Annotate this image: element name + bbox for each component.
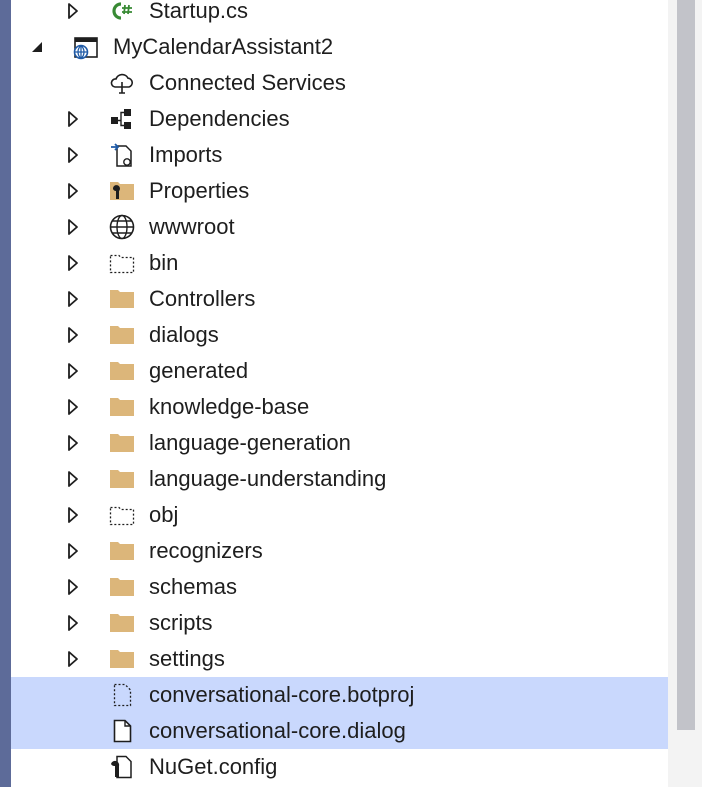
tree-item-label: Connected Services xyxy=(149,70,346,95)
tree-item-label: MyCalendarAssistant2 xyxy=(113,34,334,59)
folder-icon xyxy=(110,290,134,308)
folder-icon xyxy=(110,362,134,380)
tree-item-language-generation[interactable]: language-generation xyxy=(11,425,668,461)
tree-item-label: language-understanding xyxy=(149,466,387,491)
expand-arrow-icon[interactable] xyxy=(67,146,79,164)
excluded-folder-icon xyxy=(109,506,135,526)
tree-item-generated[interactable]: generated xyxy=(11,353,668,389)
tree-item-dialog-file[interactable]: conversational-core.dialog xyxy=(11,713,668,749)
tree-item-language-understanding[interactable]: language-understanding xyxy=(11,461,668,497)
tree-item-knowledge-base[interactable]: knowledge-base xyxy=(11,389,668,425)
excluded-file-icon xyxy=(113,683,132,707)
imports-icon xyxy=(111,143,132,167)
tree-item-nuget-config[interactable]: NuGet.config xyxy=(11,749,668,785)
tree-item-connected-services[interactable]: Connected Services xyxy=(11,65,668,101)
expand-arrow-icon[interactable] xyxy=(67,362,79,380)
folder-icon xyxy=(110,470,134,488)
tree-item-label: Startup.cs xyxy=(149,0,249,23)
connected-services-icon xyxy=(110,73,133,94)
tree-item-label: dialogs xyxy=(149,322,219,347)
folder-icon xyxy=(110,578,134,596)
tree-item-label: NuGet.config xyxy=(149,754,278,779)
expand-arrow-icon[interactable] xyxy=(67,398,79,416)
expand-arrow-icon[interactable] xyxy=(67,650,79,668)
tree-item-label: schemas xyxy=(149,574,238,599)
web-project-icon xyxy=(73,37,98,60)
dependencies-icon xyxy=(111,109,131,129)
tree-item-wwwroot[interactable]: wwwroot xyxy=(11,209,668,245)
tree-item-label: language-generation xyxy=(149,430,351,455)
tree-item-label: generated xyxy=(149,358,249,383)
folder-icon xyxy=(110,542,134,560)
expand-arrow-icon[interactable] xyxy=(67,218,79,236)
tree-item-label: scripts xyxy=(149,610,213,635)
file-icon xyxy=(113,719,132,743)
tree-item-recognizers[interactable]: recognizers xyxy=(11,533,668,569)
tree-item-project[interactable]: MyCalendarAssistant2 xyxy=(11,29,668,65)
tree-item-label: recognizers xyxy=(149,538,263,563)
collapse-arrow-icon[interactable] xyxy=(31,38,43,56)
folder-icon xyxy=(110,326,134,344)
csharp-file-icon xyxy=(112,2,132,20)
expand-arrow-icon[interactable] xyxy=(67,110,79,128)
tree-item-dialogs[interactable]: dialogs xyxy=(11,317,668,353)
tree-item-label: Properties xyxy=(149,178,250,203)
folder-icon xyxy=(110,650,134,668)
expand-arrow-icon[interactable] xyxy=(67,290,79,308)
tree-item-label: Imports xyxy=(149,142,223,167)
tree-item-obj[interactable]: obj xyxy=(11,497,668,533)
tree-item-bin[interactable]: bin xyxy=(11,245,668,281)
globe-icon xyxy=(109,214,135,240)
expand-arrow-icon[interactable] xyxy=(67,434,79,452)
excluded-folder-icon xyxy=(109,254,135,274)
expand-arrow-icon[interactable] xyxy=(67,506,79,524)
config-file-icon xyxy=(111,755,132,779)
folder-icon xyxy=(110,398,134,416)
expand-arrow-icon[interactable] xyxy=(67,542,79,560)
expand-arrow-icon[interactable] xyxy=(67,614,79,632)
folder-icon xyxy=(110,614,134,632)
tree-item-settings[interactable]: settings xyxy=(11,641,668,677)
tree-item-properties[interactable]: Properties xyxy=(11,173,668,209)
properties-folder-icon xyxy=(110,182,134,200)
tree-item-controllers[interactable]: Controllers xyxy=(11,281,668,317)
tree-item-botproj[interactable]: conversational-core.botproj xyxy=(11,677,668,713)
tree-item-label: conversational-core.botproj xyxy=(149,682,415,707)
window-left-border xyxy=(0,0,11,787)
tree-item-label: bin xyxy=(149,250,179,275)
scrollbar-thumb[interactable] xyxy=(677,0,695,730)
tree-item-label: wwwroot xyxy=(149,214,235,239)
tree-item-label: settings xyxy=(149,646,225,671)
tree-item-schemas[interactable]: schemas xyxy=(11,569,668,605)
tree-item-imports[interactable]: Imports xyxy=(11,137,668,173)
expand-arrow-icon[interactable] xyxy=(67,326,79,344)
tree-item-dependencies[interactable]: Dependencies xyxy=(11,101,668,137)
tree-item-label: knowledge-base xyxy=(149,394,310,419)
tree-item-startup[interactable]: Startup.cs xyxy=(11,0,668,29)
tree-item-label: Dependencies xyxy=(149,106,290,131)
solution-explorer-tree: Startup.cs MyCalendarAssistant2 Connecte… xyxy=(11,0,668,787)
expand-arrow-icon[interactable] xyxy=(67,470,79,488)
expand-arrow-icon[interactable] xyxy=(67,2,79,20)
tree-item-label: obj xyxy=(149,502,179,527)
folder-icon xyxy=(110,434,134,452)
tree-item-label: Controllers xyxy=(149,286,256,311)
expand-arrow-icon[interactable] xyxy=(67,254,79,272)
expand-arrow-icon[interactable] xyxy=(67,182,79,200)
tree-item-scripts[interactable]: scripts xyxy=(11,605,668,641)
expand-arrow-icon[interactable] xyxy=(67,578,79,596)
tree-item-label: conversational-core.dialog xyxy=(149,718,406,743)
